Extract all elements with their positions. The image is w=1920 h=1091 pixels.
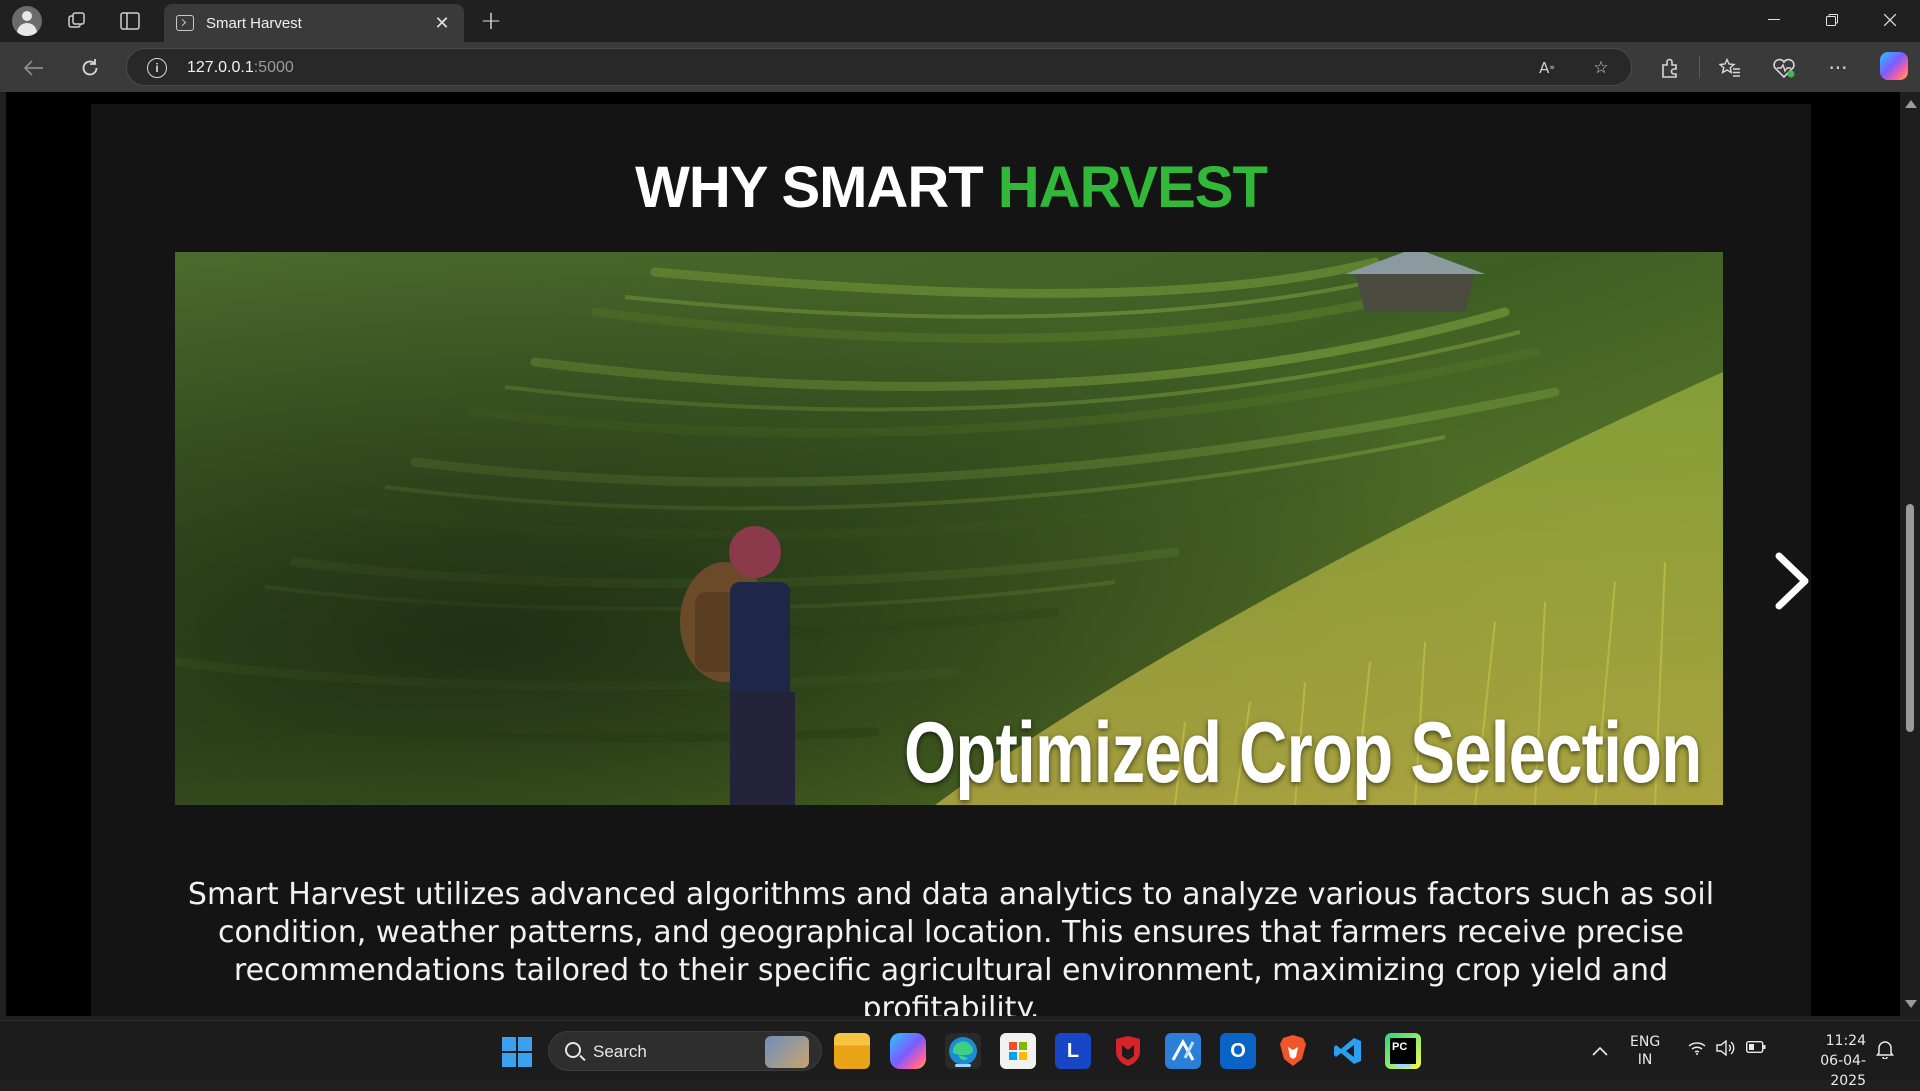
search-highlight-icon — [765, 1036, 809, 1068]
clock[interactable]: 11:24 06-04-2025 — [1786, 1031, 1866, 1091]
address-bar[interactable]: i 127.0.0.1:5000 A» ☆ — [126, 48, 1632, 86]
mcafee-icon[interactable] — [1110, 1033, 1146, 1069]
tab-smart-harvest[interactable]: Smart Harvest ✕ — [164, 4, 464, 42]
browser-toolbar: i 127.0.0.1:5000 A» ☆ ··· — [0, 42, 1920, 92]
notifications-icon[interactable] — [1876, 1039, 1894, 1063]
search-label: Search — [593, 1042, 647, 1061]
chevron-right-icon — [1775, 552, 1809, 610]
workspaces-icon[interactable] — [62, 7, 92, 35]
battery-icon[interactable] — [1745, 1040, 1766, 1057]
carousel-slide[interactable]: Optimized Crop Selection — [175, 252, 1723, 805]
vscode-icon[interactable] — [1330, 1033, 1366, 1069]
microsoft-store-icon[interactable] — [1000, 1033, 1036, 1069]
copilot-app-icon[interactable] — [890, 1033, 926, 1069]
scroll-thumb[interactable] — [1906, 504, 1914, 732]
start-button[interactable] — [502, 1037, 532, 1067]
language-indicator[interactable]: ENG IN — [1630, 1033, 1660, 1069]
section-description: Smart Harvest utilizes advanced algorith… — [187, 877, 1715, 1016]
scroll-up-icon[interactable] — [1905, 100, 1917, 108]
vertical-tabs-icon[interactable] — [115, 7, 145, 35]
read-aloud-icon[interactable]: A» — [1535, 56, 1559, 80]
show-hidden-icons-icon[interactable] — [1592, 1041, 1608, 1060]
volume-icon[interactable] — [1716, 1039, 1736, 1060]
slide-caption: Optimized Crop Selection — [903, 705, 1701, 801]
minimize-button[interactable] — [1746, 0, 1802, 40]
tab-title: Smart Harvest — [206, 14, 302, 32]
restore-button[interactable] — [1804, 0, 1860, 40]
clock-date: 06-04-2025 — [1820, 1053, 1866, 1089]
editor-app-icon[interactable] — [1165, 1033, 1201, 1069]
windows-taskbar: Search L O PC ENG IN 11:24 06-04-2025 — [0, 1020, 1920, 1089]
carousel-next-button[interactable] — [1759, 546, 1819, 616]
wifi-icon[interactable] — [1688, 1041, 1706, 1059]
tab-close-icon[interactable]: ✕ — [430, 11, 454, 35]
new-tab-button[interactable]: + — [476, 6, 506, 36]
pycharm-icon[interactable]: PC — [1385, 1033, 1421, 1069]
scroll-down-icon[interactable] — [1905, 1000, 1917, 1008]
l-app-icon[interactable]: L — [1055, 1033, 1091, 1069]
edge-icon[interactable] — [945, 1033, 981, 1069]
clock-time: 11:24 — [1825, 1033, 1866, 1049]
page-favicon-icon — [176, 15, 194, 31]
active-app-indicator — [955, 1064, 971, 1067]
active-app-indicator — [1395, 1064, 1411, 1067]
language-code: ENG — [1630, 1034, 1661, 1050]
brave-icon[interactable] — [1275, 1033, 1311, 1069]
site-info-icon[interactable]: i — [147, 58, 167, 78]
extensions-icon[interactable] — [1654, 52, 1686, 84]
refresh-button[interactable] — [74, 52, 106, 84]
toolbar-divider — [1699, 56, 1700, 78]
profile-avatar-icon[interactable] — [12, 6, 42, 36]
favorites-icon[interactable] — [1714, 52, 1746, 84]
copilot-icon[interactable] — [1880, 52, 1908, 80]
more-options-icon[interactable]: ··· — [1822, 52, 1854, 84]
taskbar-search[interactable]: Search — [548, 1031, 822, 1071]
browser-title-bar: Smart Harvest ✕ + — [0, 0, 1920, 42]
browser-essentials-icon[interactable] — [1768, 52, 1800, 84]
close-window-button[interactable] — [1862, 0, 1918, 40]
file-explorer-icon[interactable] — [834, 1033, 870, 1069]
page-scrollbar[interactable] — [1900, 92, 1920, 1016]
region-code: IN — [1637, 1052, 1653, 1068]
search-icon — [565, 1042, 581, 1058]
address-url[interactable]: 127.0.0.1:5000 — [187, 59, 294, 77]
section-heading: WHY SMART HARVEST — [635, 155, 1268, 220]
favorite-star-icon[interactable]: ☆ — [1589, 56, 1613, 80]
why-smart-harvest-section: WHY SMART HARVEST Optimized Crop Selecti… — [91, 104, 1811, 1016]
page-viewport: WHY SMART HARVEST Optimized Crop Selecti… — [6, 92, 1900, 1016]
outlook-icon[interactable]: O — [1220, 1033, 1256, 1069]
back-button[interactable] — [18, 52, 50, 84]
